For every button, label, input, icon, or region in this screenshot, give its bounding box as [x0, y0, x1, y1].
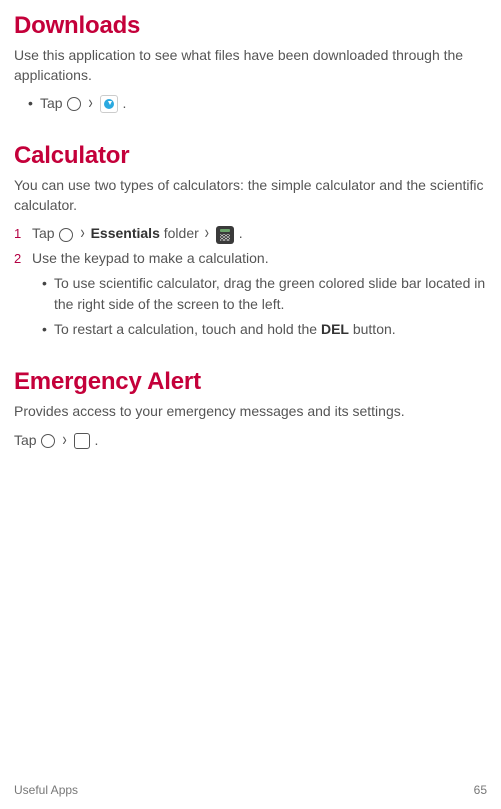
chevron-icon: ›: [60, 426, 68, 453]
essentials-label: Essentials: [91, 225, 160, 241]
calc-sub-1: • To use scientific calculator, drag the…: [14, 273, 487, 315]
step-number-1: 1: [14, 223, 32, 244]
downloads-heading: Downloads: [14, 12, 487, 40]
emergency-app-icon: [74, 433, 90, 449]
footer-section-label: Useful Apps: [14, 783, 78, 797]
bullet-icon: •: [42, 319, 54, 340]
folder-word: folder: [164, 225, 203, 241]
bullet-icon: •: [42, 273, 54, 294]
chevron-icon: ›: [78, 219, 86, 246]
home-circle-icon: [67, 97, 81, 111]
calculator-description: You can use two types of calculators: th…: [14, 176, 487, 215]
period: .: [239, 225, 243, 241]
calc-step-2-line: Use the keypad to make a calculation.: [32, 248, 487, 269]
bullet-icon: •: [28, 93, 40, 114]
tap-prefix: Tap: [14, 432, 40, 448]
del-prefix: To restart a calculation, touch and hold…: [54, 321, 321, 337]
calculator-app-icon: [216, 226, 234, 244]
downloads-app-icon: [100, 95, 118, 113]
chevron-icon: ›: [203, 219, 211, 246]
period: .: [122, 95, 126, 111]
downloads-tap-row: • Tap › .: [14, 93, 487, 114]
emergency-tap-row: Tap › .: [14, 430, 487, 451]
del-label: DEL: [321, 321, 349, 337]
downloads-description: Use this application to see what files h…: [14, 46, 487, 85]
period: .: [94, 432, 98, 448]
calc-step-1-line: Tap › Essentials folder › .: [32, 223, 487, 244]
calc-step-2: 2 Use the keypad to make a calculation.: [14, 248, 487, 269]
home-circle-icon: [41, 434, 55, 448]
calculator-heading: Calculator: [14, 142, 487, 170]
emergency-description: Provides access to your emergency messag…: [14, 402, 487, 422]
page-number: 65: [474, 783, 487, 797]
calc-sub-2: • To restart a calculation, touch and ho…: [14, 319, 487, 340]
calc-sub-2-text: To restart a calculation, touch and hold…: [54, 319, 487, 340]
calc-step-1: 1 Tap › Essentials folder › .: [14, 223, 487, 244]
step-number-2: 2: [14, 248, 32, 269]
downloads-tap-line: Tap › .: [40, 93, 487, 114]
calc-sub-1-text: To use scientific calculator, drag the g…: [54, 273, 487, 315]
page-content: Downloads Use this application to see wh…: [0, 0, 501, 495]
tap-prefix: Tap: [40, 95, 66, 111]
chevron-icon: ›: [86, 89, 94, 116]
home-circle-icon: [59, 228, 73, 242]
tap-prefix: Tap: [32, 225, 58, 241]
emergency-heading: Emergency Alert: [14, 368, 487, 396]
del-suffix: button.: [349, 321, 396, 337]
page-footer: Useful Apps 65: [14, 783, 487, 797]
